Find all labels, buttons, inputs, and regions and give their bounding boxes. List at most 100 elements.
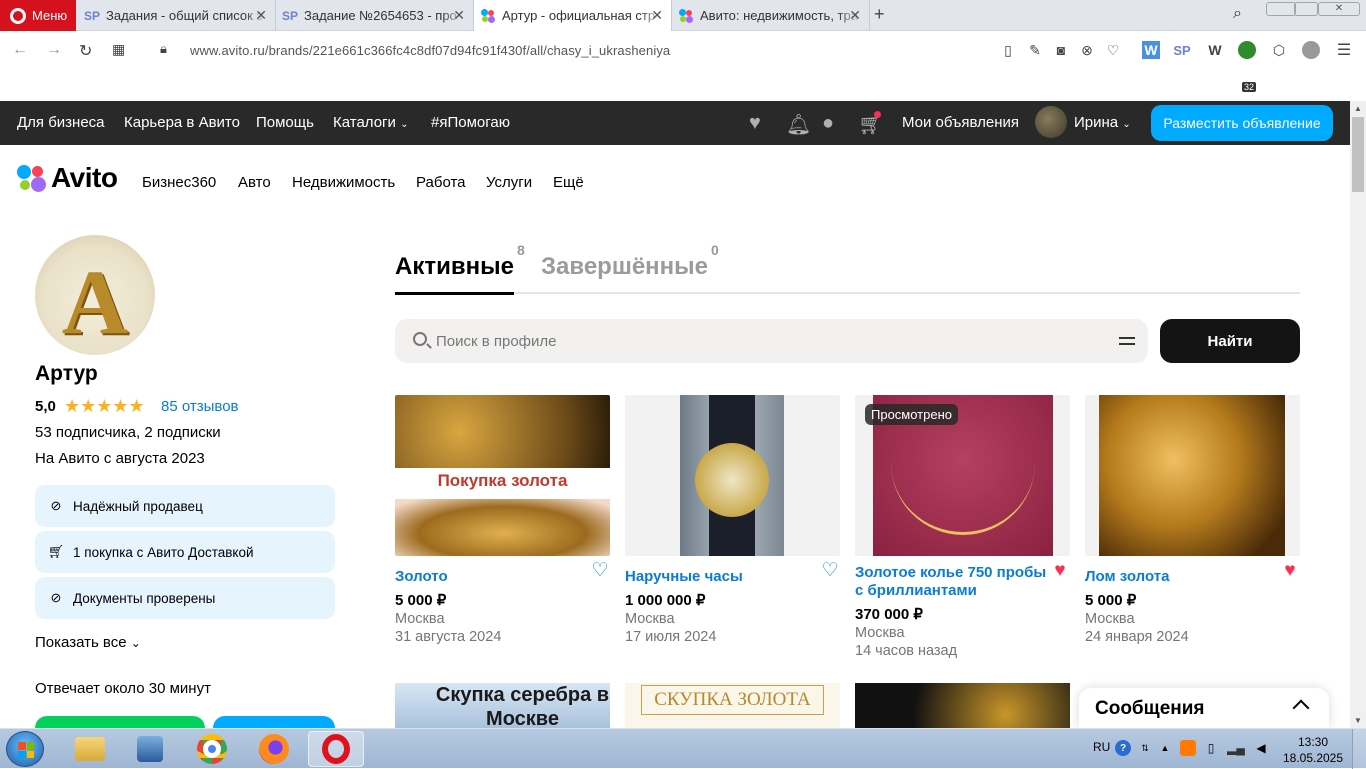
listing-image[interactable]: [625, 395, 840, 556]
nav-business[interactable]: Для бизнеса: [17, 114, 105, 131]
taskbar-firefox[interactable]: [246, 731, 302, 767]
user-avatar[interactable]: [1035, 106, 1067, 138]
extension-icon[interactable]: [1238, 41, 1256, 59]
listing-image[interactable]: Просмотрено: [855, 395, 1070, 556]
system-clock[interactable]: 13:30 18.05.2025: [1282, 734, 1344, 766]
forward-icon[interactable]: →: [46, 41, 62, 59]
listing-image[interactable]: Покупка золота: [395, 395, 610, 556]
listing-image[interactable]: [855, 683, 1070, 728]
listing-title[interactable]: Золото: [395, 568, 590, 586]
listing-image[interactable]: Скупка серебра в Москве: [395, 683, 610, 728]
browser-tab[interactable]: SP Задания - общий список з ✕: [78, 0, 276, 31]
speed-dial-icon[interactable]: ▦: [112, 41, 125, 58]
category-auto[interactable]: Авто: [238, 174, 271, 191]
url-field[interactable]: www.avito.ru/brands/221e661c366fc4c8df07…: [190, 43, 670, 58]
browser-tab[interactable]: SP Задание №2654653 - про ✕: [276, 0, 474, 31]
category-jobs[interactable]: Работа: [416, 174, 466, 191]
taskbar-explorer[interactable]: [62, 731, 118, 767]
messages-chat-icon[interactable]: ●: [822, 112, 834, 135]
post-ad-button[interactable]: Разместить объявление: [1151, 105, 1333, 141]
edit-icon[interactable]: ✎: [1026, 41, 1044, 59]
w-extension-icon[interactable]: W: [1206, 41, 1224, 59]
opera-menu-button[interactable]: Меню: [0, 0, 76, 31]
listing-image[interactable]: [1085, 395, 1300, 556]
nav-career[interactable]: Карьера в Авито: [124, 114, 240, 131]
search-input[interactable]: [436, 329, 1076, 353]
close-window-button[interactable]: ✕: [1318, 2, 1360, 16]
close-tab-icon[interactable]: ✕: [651, 7, 663, 24]
easy-setup-icon[interactable]: ☰: [1335, 41, 1353, 59]
help-icon[interactable]: ?: [1115, 740, 1131, 756]
listing-card[interactable]: Лом золота ♥ 5 000 ₽ Москва 24 января 20…: [1085, 395, 1300, 645]
word-extension-icon[interactable]: W: [1142, 41, 1160, 59]
category-realty[interactable]: Недвижимость: [292, 174, 395, 191]
favorites-heart-icon[interactable]: ♥: [749, 112, 761, 135]
cube-icon[interactable]: ⬡: [1270, 41, 1288, 59]
language-indicator[interactable]: RU: [1093, 740, 1110, 754]
profile-icon[interactable]: [1302, 41, 1320, 59]
favorite-heart-filled-icon[interactable]: ♥: [1280, 561, 1300, 581]
listing-card[interactable]: Просмотрено Золотое колье 750 пробы с бр…: [855, 395, 1070, 660]
my-ads-link[interactable]: Мои объявления: [902, 114, 1019, 131]
nav-catalogs[interactable]: Каталоги ⌄: [333, 114, 408, 131]
camera-icon[interactable]: ◙: [1052, 41, 1070, 59]
volume-icon[interactable]: ◀: [1253, 740, 1269, 756]
minimize-button[interactable]: [1266, 2, 1296, 16]
messages-panel[interactable]: Сообщения: [1079, 688, 1329, 728]
listing-card[interactable]: Наручные часы ♡ 1 000 000 ₽ Москва 17 ию…: [625, 395, 840, 645]
badge-reliable-seller[interactable]: ⊘ Надёжный продавец: [35, 485, 335, 527]
reader-mode-icon[interactable]: ▯: [999, 41, 1017, 59]
favorite-heart-icon[interactable]: ♡: [590, 561, 610, 581]
reload-icon[interactable]: ↻: [79, 41, 92, 61]
heart-bookmark-icon[interactable]: ♡: [1104, 41, 1122, 59]
lock-icon[interactable]: 🔒︎: [160, 41, 167, 57]
tray-app-icon[interactable]: [1180, 740, 1196, 756]
seller-avatar[interactable]: A: [35, 235, 155, 355]
badge-documents[interactable]: ⊘ Документы проверены: [35, 577, 335, 619]
scroll-down-icon[interactable]: ▼: [1354, 716, 1362, 725]
taskbar-media-player[interactable]: [122, 731, 178, 767]
scroll-up-icon[interactable]: ▲: [1354, 104, 1362, 113]
search-tabs-icon[interactable]: ⌕: [1233, 5, 1242, 23]
tray-arrows-icon[interactable]: ⇅: [1137, 740, 1153, 756]
nav-help[interactable]: Помощь: [256, 114, 314, 131]
close-tab-icon[interactable]: ✕: [453, 7, 465, 24]
browser-tab[interactable]: Авито: недвижимость, тра ✕: [672, 0, 870, 31]
close-tab-icon[interactable]: ✕: [255, 7, 267, 24]
category-services[interactable]: Услуги: [486, 174, 532, 191]
category-biz360[interactable]: Бизнес360: [142, 174, 216, 191]
tab-active-listings[interactable]: Активные8: [395, 242, 525, 281]
favorite-heart-filled-icon[interactable]: ♥: [1050, 561, 1070, 581]
tab-completed-listings[interactable]: Завершённые0: [541, 242, 719, 281]
close-tab-icon[interactable]: ✕: [849, 7, 861, 24]
scrollbar-thumb[interactable]: [1352, 117, 1364, 192]
maximize-button[interactable]: [1294, 2, 1318, 16]
category-more[interactable]: Ещё: [553, 174, 584, 191]
chevron-up-icon[interactable]: [1292, 699, 1310, 717]
sp-extension-icon[interactable]: SP: [1173, 41, 1191, 59]
network-signal-icon[interactable]: ▂▄: [1227, 740, 1245, 756]
listing-title[interactable]: Наручные часы: [625, 568, 820, 586]
back-icon[interactable]: ←: [12, 41, 28, 59]
taskbar-opera[interactable]: [308, 731, 364, 767]
show-all-button[interactable]: Показать все ⌄: [35, 634, 141, 651]
show-desktop-button[interactable]: [1352, 729, 1366, 769]
favorite-heart-icon[interactable]: ♡: [820, 561, 840, 581]
followers-text[interactable]: 53 подписчика, 2 подписки: [35, 424, 221, 441]
filter-settings-icon[interactable]: [1119, 334, 1135, 348]
user-menu[interactable]: Ирина ⌄: [1074, 114, 1131, 131]
listing-title[interactable]: Золотое колье 750 пробы с бриллиантами: [855, 564, 1050, 600]
find-button[interactable]: Найти: [1160, 319, 1300, 363]
browser-tab-active[interactable]: Артур - официальная стр ✕: [474, 0, 672, 31]
reviews-link[interactable]: 85 отзывов: [161, 398, 239, 415]
new-tab-icon[interactable]: +: [874, 4, 885, 25]
device-icon[interactable]: ▯: [1203, 740, 1219, 756]
notifications-bell-icon[interactable]: 🔔︎: [786, 112, 811, 137]
avito-logo[interactable]: Avito: [17, 162, 118, 194]
badge-delivery[interactable]: 🛒︎ 1 покупка с Авито Доставкой: [35, 531, 335, 573]
start-button[interactable]: [6, 731, 44, 767]
listing-image[interactable]: СКУПКА ЗОЛОТА: [625, 683, 840, 728]
taskbar-chrome[interactable]: [184, 731, 240, 767]
block-icon[interactable]: ⊗: [1078, 41, 1096, 59]
nav-ya-pomogayu[interactable]: #яПомогаю: [431, 114, 510, 131]
